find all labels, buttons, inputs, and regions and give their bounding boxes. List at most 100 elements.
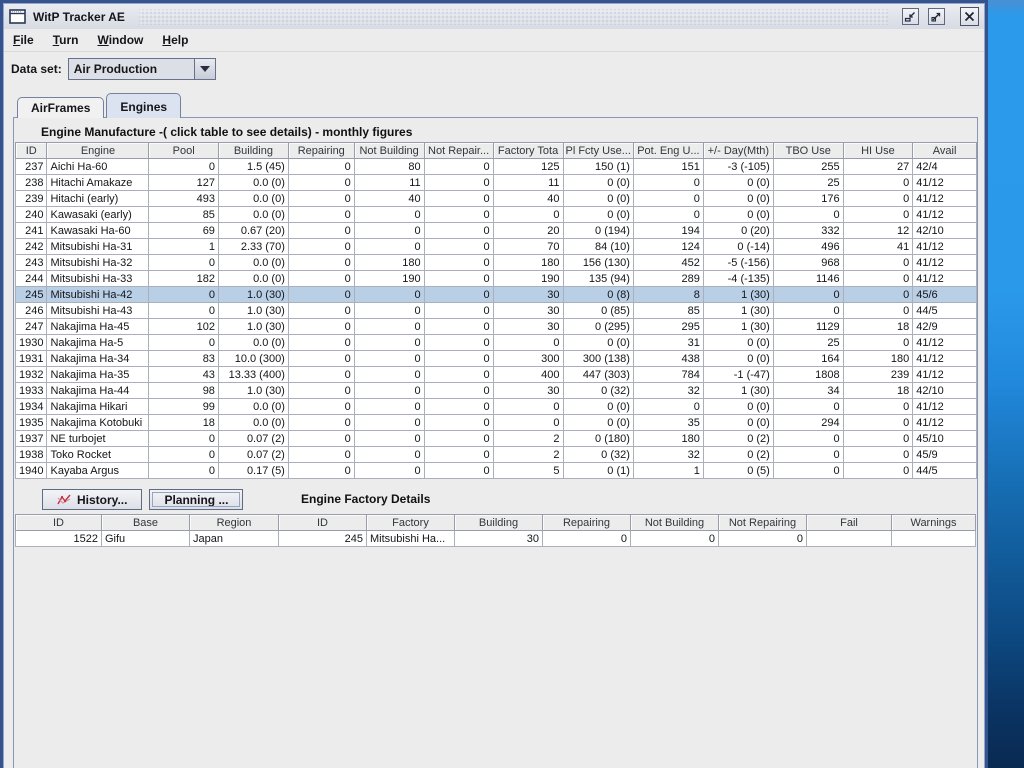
cell[interactable]: 0 [632,174,704,191]
cell[interactable]: Nakajima Hikari [46,398,150,415]
cell[interactable]: 1.0 (30) [217,318,289,335]
cell[interactable]: 1 (30) [702,382,774,399]
cell[interactable]: 1930 [14,334,48,351]
cell[interactable]: 0 [353,334,425,351]
cell[interactable]: 0 [842,398,914,415]
cell[interactable]: 0 [423,270,494,287]
cell[interactable]: 84 (10) [562,238,634,255]
cell[interactable]: 300 [492,350,564,367]
column-header-not-building[interactable]: Not Building [353,142,425,159]
cell[interactable]: 0 [287,302,355,319]
cell[interactable]: 0 [148,254,219,271]
cell[interactable]: 0 [772,302,844,319]
cell[interactable]: 0 [423,462,494,479]
column-header-repairing[interactable]: Repairing [287,142,355,159]
table-row[interactable]: 1932 Nakajima Ha-35 43 13.33 (400) 0 0 0 400 447… [14,366,977,383]
cell[interactable]: 70 [492,238,564,255]
table-row[interactable]: 246 Mitsubishi Ha-43 0 1.0 (30) 0 0 0 30 0 (85) 8… [14,302,977,319]
column-header-pool[interactable]: Pool [148,142,219,159]
cell[interactable]: 41 [842,238,914,255]
cell[interactable]: 0 (0) [562,206,634,223]
cell[interactable]: 0 [353,366,425,383]
cell[interactable]: Mitsubishi Ha-42 [46,286,150,303]
cell[interactable]: 0 [842,286,914,303]
cell[interactable]: 0 (2) [702,446,774,463]
cell[interactable]: 1 (30) [702,302,774,319]
cell[interactable]: 0 [423,350,494,367]
cell[interactable]: 0 [287,350,355,367]
cell[interactable]: 0 [287,254,355,271]
cell[interactable]: 0 [632,190,704,207]
cell[interactable]: 0 [423,174,494,191]
cell[interactable]: 135 (94) [562,270,634,287]
cell[interactable]: 11 [353,174,425,191]
cell[interactable]: 0 [772,398,844,415]
cell[interactable]: -4 (-135) [702,270,774,287]
cell[interactable]: 0 (32) [562,382,634,399]
cell[interactable]: 0 [353,382,425,399]
cell[interactable]: Nakajima Ha-34 [46,350,150,367]
cell[interactable]: 20 [492,222,564,239]
cell[interactable]: 0 [353,414,425,431]
cell[interactable]: 294 [772,414,844,431]
cell[interactable]: 0 [772,206,844,223]
combobox-dropdown-button[interactable] [193,59,215,79]
cell[interactable]: 0 [353,238,425,255]
cell[interactable]: NE turbojet [46,430,150,447]
cell[interactable]: 242 [14,238,48,255]
cell[interactable]: 41/12 [912,366,977,383]
cell[interactable]: 0 [287,446,355,463]
cell[interactable]: 0.0 (0) [217,270,289,287]
cell[interactable]: 1931 [14,350,48,367]
table-row[interactable]: 241 Kawasaki Ha-60 69 0.67 (20) 0 0 0 20 0 (194)… [14,222,977,239]
cell[interactable]: 0 [148,158,219,175]
cell[interactable]: 0.0 (0) [217,190,289,207]
cell[interactable]: 0 (32) [562,446,634,463]
cell[interactable]: 27 [842,158,914,175]
cell[interactable]: 400 [492,366,564,383]
cell[interactable]: 0 [423,158,494,175]
cell[interactable]: 1808 [772,366,844,383]
cell[interactable]: 289 [632,270,704,287]
cell[interactable]: 0 [423,238,494,255]
cell[interactable]: 0 [842,462,914,479]
cell[interactable]: 0 [772,462,844,479]
cell[interactable]: 32 [632,446,704,463]
column-header-id[interactable]: ID [14,142,48,159]
cell[interactable]: Nakajima Ha-44 [46,382,150,399]
cell[interactable]: 247 [14,318,48,335]
cell[interactable]: 5 [492,462,564,479]
cell[interactable]: 245 [278,530,367,547]
cell[interactable]: 0 (0) [562,414,634,431]
cell[interactable]: 0 [630,530,719,547]
table-row[interactable]: 242 Mitsubishi Ha-31 1 2.33 (70) 0 0 0 70 84 (10… [14,238,977,255]
cell[interactable]: 0 [423,366,494,383]
column-header-id[interactable]: ID [278,514,367,531]
cell[interactable]: 2 [492,430,564,447]
cell[interactable]: 25 [772,334,844,351]
cell[interactable]: 0 [287,222,355,239]
cell[interactable]: 180 [842,350,914,367]
cell[interactable]: 0 [772,446,844,463]
cell[interactable]: 0 [353,398,425,415]
cell[interactable]: 1938 [14,446,48,463]
table-row[interactable]: 243 Mitsubishi Ha-32 0 0.0 (0) 0 180 0 180 156 (… [14,254,977,271]
cell[interactable]: 438 [632,350,704,367]
cell[interactable]: 0 [148,446,219,463]
cell[interactable]: 1934 [14,398,48,415]
cell[interactable]: 0 [842,302,914,319]
cell[interactable]: 42/4 [912,158,977,175]
cell[interactable]: 44/5 [912,302,977,319]
table-row[interactable]: 1938 Toko Rocket 0 0.07 (2) 0 0 0 2 0 (32) 32 0 (2… [14,446,977,463]
cell[interactable]: 41/12 [912,254,977,271]
column-header-repairing[interactable]: Repairing [542,514,631,531]
cell[interactable]: 8 [632,286,704,303]
table-row[interactable]: 239 Hitachi (early) 493 0.0 (0) 0 40 0 40 0 (0) 0… [14,190,977,207]
cell[interactable]: 1 (30) [702,318,774,335]
menu-turn[interactable]: Turn [53,33,79,47]
table-row[interactable]: 1940 Kayaba Argus 0 0.17 (5) 0 0 0 5 0 (1) 1 0 (5)… [14,462,977,479]
cell[interactable]: 41/12 [912,414,977,431]
cell[interactable]: 42/10 [912,222,977,239]
cell[interactable]: 0 [287,286,355,303]
cell[interactable]: 0 [353,462,425,479]
